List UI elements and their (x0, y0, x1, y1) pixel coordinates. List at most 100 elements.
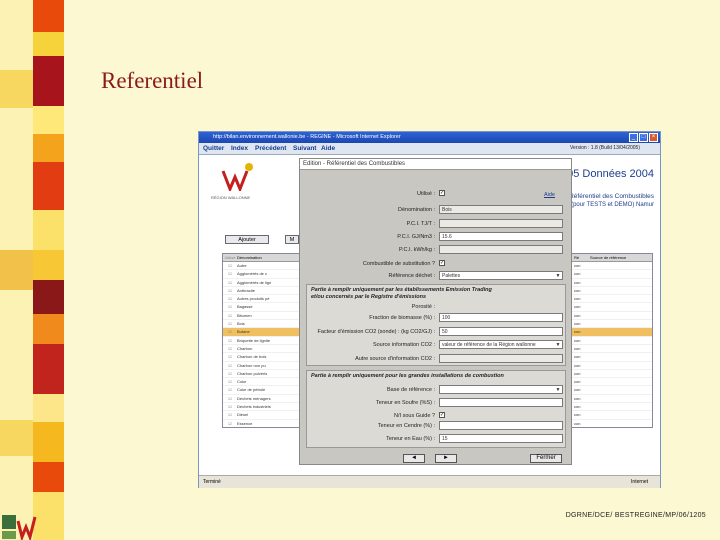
list-header: Utilisé Dénomination (223, 254, 303, 262)
list-item[interactable]: con (572, 312, 652, 321)
strip-block (0, 70, 33, 108)
list-item[interactable]: con (572, 303, 652, 312)
list-item[interactable]: ☑ Charbon non pu (223, 362, 303, 370)
list-item[interactable]: ☑ Déchets industriels (223, 403, 303, 412)
row-facteur-emission: Facteur d'émission CO2 (sonde) : (kg CO2… (303, 327, 563, 337)
menu-suivant[interactable]: Suivant (293, 143, 316, 154)
list-item[interactable]: ☑ Anthracite (223, 287, 303, 296)
add-button[interactable]: Ajouter (225, 235, 269, 244)
teneur-soufre-field[interactable] (439, 398, 563, 407)
menu-precedent[interactable]: Précédent (255, 143, 286, 154)
list-item[interactable]: con (572, 328, 652, 337)
facteur-oxydation-field[interactable] (439, 354, 563, 363)
list-item[interactable]: con (572, 287, 652, 296)
edit-dialog: Edition - Référentiel des Combustibles A… (299, 158, 572, 465)
list-item[interactable]: con (572, 395, 652, 404)
list-item[interactable]: ☑ Bagasse (223, 303, 303, 312)
row-teneur-cendre: Teneur en Cendre (%) : (303, 421, 563, 431)
minimize-button[interactable]: _ (629, 133, 638, 142)
list-item[interactable]: ☑ Agglomérés de c (223, 270, 303, 279)
strip-block (33, 134, 64, 162)
label-pci-tj: P.C.I. TJ/T : (406, 221, 435, 227)
next-button[interactable]: ► (435, 454, 457, 463)
row-source-info: Source information CO2 : valeur de référ… (303, 340, 563, 350)
list-item[interactable]: ☑ Coke de pétrole (223, 386, 303, 395)
reference-dechet-select[interactable]: Palettes ▼ (439, 271, 563, 280)
col-header-source[interactable]: Source de référence (590, 254, 626, 261)
list-item[interactable]: ☑ Autre (223, 262, 303, 271)
source-info-select[interactable]: valeur de référence de la Région wallonn… (439, 340, 563, 349)
maximize-button[interactable]: □ (639, 133, 648, 142)
list-item[interactable]: con (572, 362, 652, 370)
checkbox-utilise[interactable]: ✓ (439, 190, 445, 196)
list-item[interactable]: con (572, 345, 652, 354)
menu-aide[interactable]: Aide (321, 143, 335, 154)
teneur-eau-field[interactable]: 15 (439, 434, 563, 443)
zone-text: Internet (631, 479, 648, 485)
base-reference-select[interactable]: ▼ (439, 385, 563, 394)
list-item[interactable]: con (572, 411, 652, 420)
list-item[interactable]: ☑ Briquette de lignite (223, 337, 303, 345)
close-window-button[interactable]: × (649, 133, 658, 142)
browser-titlebar: http://bilan.environnement.wallonie.be -… (199, 132, 660, 143)
fraction-biomasse-field[interactable]: 100 (439, 313, 563, 322)
list-item[interactable]: con (572, 270, 652, 279)
list-header: Ré Source de référence (572, 254, 652, 262)
pci-kwh-field[interactable] (439, 245, 563, 254)
list-item[interactable]: con (572, 279, 652, 287)
menu-quitter[interactable]: Quitter (203, 143, 224, 154)
list-item-label: Coke de pétrole (237, 387, 266, 393)
list-item-label: Butane (237, 329, 250, 335)
window-title: http://bilan.environnement.wallonie.be -… (213, 134, 401, 140)
col-header-re[interactable]: Ré (572, 254, 590, 261)
previous-button[interactable]: ◄ (403, 454, 425, 463)
col-header-name[interactable]: Dénomination (237, 254, 262, 261)
list-item[interactable]: ☑ Charbon de bois (223, 353, 303, 362)
list-item[interactable]: con (572, 337, 652, 345)
list-item[interactable]: ☑ Essence (223, 420, 303, 427)
list-item[interactable]: con (572, 262, 652, 271)
checkbox-combustible-fixe[interactable]: ✓ (439, 260, 445, 266)
strip-block (33, 32, 64, 56)
list-item[interactable]: con (572, 386, 652, 395)
reference-list: Ré Source de référence con con con con con co… (571, 253, 653, 428)
list-item[interactable]: ☑ Déchets ménagers (223, 395, 303, 404)
list-item[interactable]: ☑ Agglomérés de lign (223, 279, 303, 287)
teneur-cendre-field[interactable] (439, 421, 563, 430)
list-item-label: Charbon (237, 345, 253, 351)
list-item[interactable]: con (572, 370, 652, 379)
row-teneur-soufre: Teneur en Soufre (%S) : (303, 398, 563, 408)
list-item[interactable]: ☑ Autres produits pé (223, 295, 303, 304)
list-item[interactable]: ☑ Coke (223, 378, 303, 387)
list-item[interactable]: con (572, 403, 652, 412)
list-item[interactable]: con (572, 420, 652, 427)
list-item-label: Autre (237, 263, 247, 268)
pci-gj-field[interactable]: 15.6 (439, 232, 563, 241)
checkbox-nox[interactable]: ✓ (439, 412, 445, 418)
facteur-emission-field[interactable]: 50 (439, 327, 563, 336)
list-item[interactable]: con (572, 320, 652, 329)
list-item[interactable]: ☑ Diesel (223, 411, 303, 420)
list-item[interactable]: ☑ Butane (223, 328, 303, 337)
checkbox-used: ☑ (228, 345, 232, 351)
list-item[interactable]: ☑ Bitumen (223, 312, 303, 321)
list-item-label: Déchets industriels (237, 404, 271, 410)
checkbox-used: ☑ (228, 287, 232, 293)
pci-tj-field[interactable] (439, 219, 563, 228)
denomination-field[interactable]: Bois (439, 205, 563, 214)
list-item-label: Briquette de lignite (237, 337, 271, 343)
col-header-used[interactable]: Utilisé (223, 254, 237, 261)
label-facteur-oxydation: Autre source d'information CO2 : (355, 356, 435, 362)
list-item-label: Déchets ménagers (237, 395, 271, 401)
list-item[interactable]: con (572, 353, 652, 362)
slide-footer: DGRNE/DCE/ BESTREGINE/MP/06/1205 (565, 512, 706, 519)
modify-button[interactable]: M (285, 235, 299, 244)
strip-block (33, 314, 64, 344)
list-item[interactable]: con (572, 295, 652, 304)
list-item[interactable]: ☑ Bois (223, 320, 303, 329)
list-item[interactable]: ☑ Charbon (223, 345, 303, 354)
list-item[interactable]: con (572, 378, 652, 387)
list-item[interactable]: ☑ Charbon pulvéris (223, 370, 303, 379)
menu-index[interactable]: Index (231, 143, 248, 154)
close-dialog-button[interactable]: Fermer (530, 454, 562, 463)
